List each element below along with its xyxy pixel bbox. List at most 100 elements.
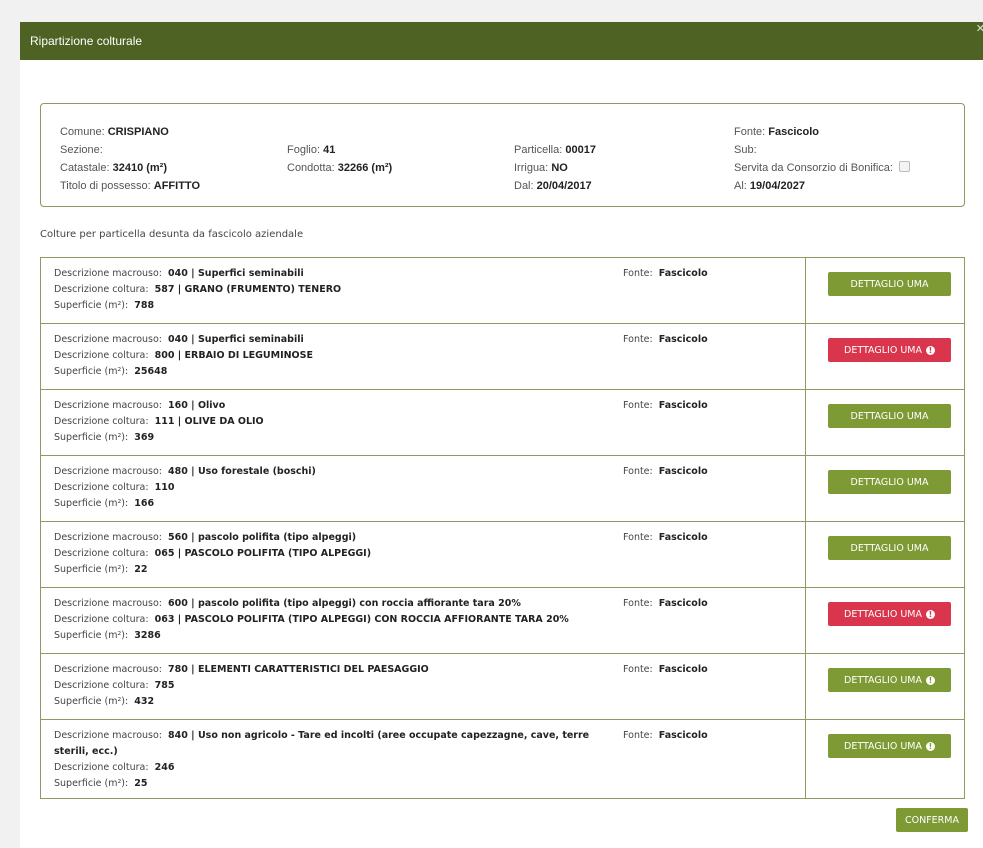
dettaglio-uma-label: DETTAGLIO UMA: [850, 278, 929, 290]
modal-dialog: Ripartizione colturale ✕ Comune: CRISPIA…: [20, 22, 983, 848]
coltura-value: 111 | OLIVE DA OLIO: [154, 416, 264, 427]
irrigua-label: Irrigua:: [514, 162, 549, 174]
table-row: Descrizione macrouso: 480 | Uso forestal…: [41, 456, 964, 522]
catastale-value: 32410 (m²): [112, 162, 168, 174]
catastale-label: Catastale:: [60, 162, 110, 174]
superficie-value: 22: [134, 564, 148, 575]
row-fonte: Fonte: Fascicolo: [623, 464, 708, 480]
info-column-1: Comune: CRISPIANO Sezione: Catastale: 32…: [60, 123, 200, 195]
macrouso-line: Descrizione macrouso: 840 | Uso non agri…: [54, 728, 604, 760]
superficie-label: Superficie (m²):: [54, 564, 129, 575]
foglio-value: 41: [323, 144, 336, 156]
table-row: Descrizione macrouso: 160 | Olivo Descriz…: [41, 390, 964, 456]
row-details: Descrizione macrouso: 160 | Olivo Descriz…: [54, 398, 604, 446]
titolo-value: AFFITTO: [153, 180, 200, 192]
dettaglio-uma-button[interactable]: DETTAGLIO UMA: [828, 470, 951, 494]
particella-label: Particella:: [514, 144, 563, 156]
superficie-line: Superficie (m²): 3286: [54, 628, 604, 644]
fonte-value: Fascicolo: [658, 400, 708, 411]
macrouso-value: 160 | Olivo: [168, 400, 226, 411]
superficie-line: Superficie (m²): 432: [54, 694, 604, 710]
superficie-label: Superficie (m²):: [54, 696, 129, 707]
info-icon: !: [925, 675, 935, 685]
macrouso-label: Descrizione macrouso:: [54, 268, 162, 279]
comune-label: Comune:: [60, 126, 105, 138]
row-fonte: Fonte: Fascicolo: [623, 266, 708, 282]
dettaglio-uma-label: DETTAGLIO UMA: [850, 542, 929, 554]
macrouso-label: Descrizione macrouso:: [54, 466, 162, 477]
x-icon[interactable]: ✕: [976, 24, 983, 35]
superficie-label: Superficie (m²):: [54, 432, 129, 443]
modal-title: Ripartizione colturale: [30, 34, 143, 48]
macrouso-value: 040 | Superfici seminabili: [168, 334, 304, 345]
dettaglio-uma-button[interactable]: DETTAGLIO UMA: [828, 404, 951, 428]
coltura-label: Descrizione coltura:: [54, 762, 149, 773]
coltura-label: Descrizione coltura:: [54, 680, 149, 691]
dettaglio-uma-button[interactable]: DETTAGLIO UMA!: [828, 602, 951, 626]
condotta-label: Condotta:: [287, 162, 335, 174]
superficie-value: 788: [134, 300, 155, 311]
row-fonte: Fonte: Fascicolo: [623, 332, 708, 348]
macrouso-line: Descrizione macrouso: 780 | ELEMENTI CAR…: [54, 662, 604, 678]
superficie-value: 369: [134, 432, 155, 443]
dettaglio-uma-button[interactable]: DETTAGLIO UMA!: [828, 668, 951, 692]
macrouso-line: Descrizione macrouso: 560 | pascolo poli…: [54, 530, 604, 546]
coltura-line: Descrizione coltura: 246: [54, 760, 604, 776]
info-column-3: Particella: 00017 Irrigua: NO Dal: 20/04…: [514, 141, 596, 195]
fonte-value: Fascicolo: [658, 598, 708, 609]
consorzio-checkbox[interactable]: [899, 161, 911, 172]
irrigua-value: NO: [551, 162, 568, 174]
consorzio-label: Servita da Consorzio di Bonifica:: [734, 162, 893, 174]
coltura-value: 785: [154, 680, 175, 691]
row-details: Descrizione macrouso: 600 | pascolo poli…: [54, 596, 604, 644]
macrouso-value: 780 | ELEMENTI CARATTERISTICI DEL PAESAG…: [168, 664, 429, 675]
dettaglio-uma-label: DETTAGLIO UMA: [844, 344, 922, 356]
dettaglio-uma-button[interactable]: DETTAGLIO UMA: [828, 536, 951, 560]
row-fonte: Fonte: Fascicolo: [623, 596, 708, 612]
coltura-value: 587 | GRANO (FRUMENTO) TENERO: [154, 284, 342, 295]
fonte-field: Fonte: Fascicolo: [734, 123, 910, 141]
dettaglio-uma-label: DETTAGLIO UMA: [844, 740, 922, 752]
info-icon: !: [925, 741, 935, 751]
crop-table: Descrizione macrouso: 040 | Superfici se…: [40, 257, 965, 799]
table-row: Descrizione macrouso: 560 | pascolo poli…: [41, 522, 964, 588]
macrouso-line: Descrizione macrouso: 480 | Uso forestal…: [54, 464, 604, 480]
coltura-value: 800 | ERBAIO DI LEGUMINOSE: [154, 350, 313, 361]
superficie-line: Superficie (m²): 788: [54, 298, 604, 314]
macrouso-line: Descrizione macrouso: 040 | Superfici se…: [54, 266, 604, 282]
macrouso-label: Descrizione macrouso:: [54, 532, 162, 543]
superficie-value: 3286: [134, 630, 161, 641]
coltura-value: 063 | PASCOLO POLIFITA (TIPO ALPEGGI) CO…: [154, 614, 569, 625]
row-fonte: Fonte: Fascicolo: [623, 398, 708, 414]
modal-header: Ripartizione colturale: [20, 22, 983, 60]
irrigua-field: Irrigua: NO: [514, 159, 596, 177]
dettaglio-uma-button[interactable]: DETTAGLIO UMA!: [828, 734, 951, 758]
coltura-line: Descrizione coltura: 063 | PASCOLO POLIF…: [54, 612, 604, 628]
dettaglio-uma-button[interactable]: DETTAGLIO UMA!: [828, 338, 951, 362]
fonte-label: Fonte:: [623, 268, 653, 279]
superficie-value: 432: [134, 696, 155, 707]
parcel-info-box: Comune: CRISPIANO Sezione: Catastale: 32…: [40, 103, 965, 207]
al-label: Al:: [734, 180, 747, 192]
superficie-line: Superficie (m²): 22: [54, 562, 604, 578]
conferma-button[interactable]: CONFERMA: [896, 808, 968, 832]
al-field: Al: 19/04/2027: [734, 177, 910, 195]
coltura-line: Descrizione coltura: 587 | GRANO (FRUMEN…: [54, 282, 604, 298]
row-details: Descrizione macrouso: 840 | Uso non agri…: [54, 728, 604, 792]
coltura-label: Descrizione coltura:: [54, 284, 149, 295]
fonte-label: Fonte:: [623, 532, 653, 543]
row-details: Descrizione macrouso: 040 | Superfici se…: [54, 266, 604, 314]
table-row: Descrizione macrouso: 840 | Uso non agri…: [41, 720, 964, 798]
dettaglio-uma-button[interactable]: DETTAGLIO UMA: [828, 272, 951, 296]
superficie-label: Superficie (m²):: [54, 630, 129, 641]
superficie-line: Superficie (m²): 25648: [54, 364, 604, 380]
column-divider: [805, 588, 806, 653]
column-divider: [805, 456, 806, 521]
info-column-4: Fonte: Fascicolo Sub: Servita da Consorz…: [734, 123, 911, 195]
comune-value: CRISPIANO: [107, 126, 169, 138]
fonte-value: Fascicolo: [658, 664, 708, 675]
sub-label: Sub:: [734, 144, 757, 156]
table-row: Descrizione macrouso: 780 | ELEMENTI CAR…: [41, 654, 964, 720]
macrouso-label: Descrizione macrouso:: [54, 664, 162, 675]
coltura-label: Descrizione coltura:: [54, 350, 149, 361]
